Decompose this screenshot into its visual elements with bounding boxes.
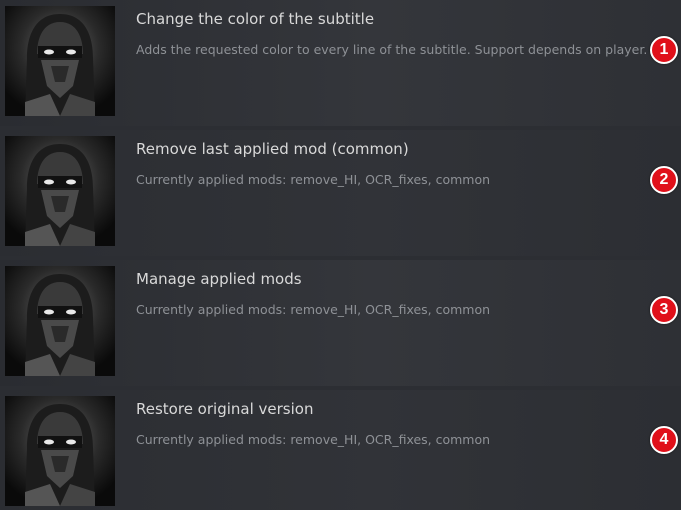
- ninja-thumbnail-icon: [5, 266, 115, 376]
- ninja-thumbnail-icon: [5, 136, 115, 246]
- ninja-thumbnail-icon: [5, 396, 115, 506]
- menu-item-restore-original[interactable]: Restore original version Currently appli…: [0, 390, 681, 510]
- menu-item-manage-mods[interactable]: Manage applied mods Currently applied mo…: [0, 260, 681, 386]
- item-description: Currently applied mods: remove_HI, OCR_f…: [136, 172, 491, 187]
- item-description: Currently applied mods: remove_HI, OCR_f…: [136, 302, 491, 317]
- item-title: Manage applied mods: [136, 270, 302, 288]
- number-badge: 4: [650, 426, 678, 454]
- ninja-thumbnail-icon: [5, 6, 115, 116]
- menu-item-remove-last-mod[interactable]: Remove last applied mod (common) Current…: [0, 130, 681, 256]
- number-badge: 2: [650, 166, 678, 194]
- number-badge: 3: [650, 296, 678, 324]
- item-title: Remove last applied mod (common): [136, 140, 409, 158]
- menu-list: Change the color of the subtitle Adds th…: [0, 0, 681, 510]
- item-description: Currently applied mods: remove_HI, OCR_f…: [136, 432, 491, 447]
- number-badge: 1: [650, 36, 678, 64]
- item-title: Restore original version: [136, 400, 314, 418]
- item-title: Change the color of the subtitle: [136, 10, 375, 28]
- item-description: Adds the requested color to every line o…: [136, 42, 648, 57]
- menu-item-change-color[interactable]: Change the color of the subtitle Adds th…: [0, 0, 681, 126]
